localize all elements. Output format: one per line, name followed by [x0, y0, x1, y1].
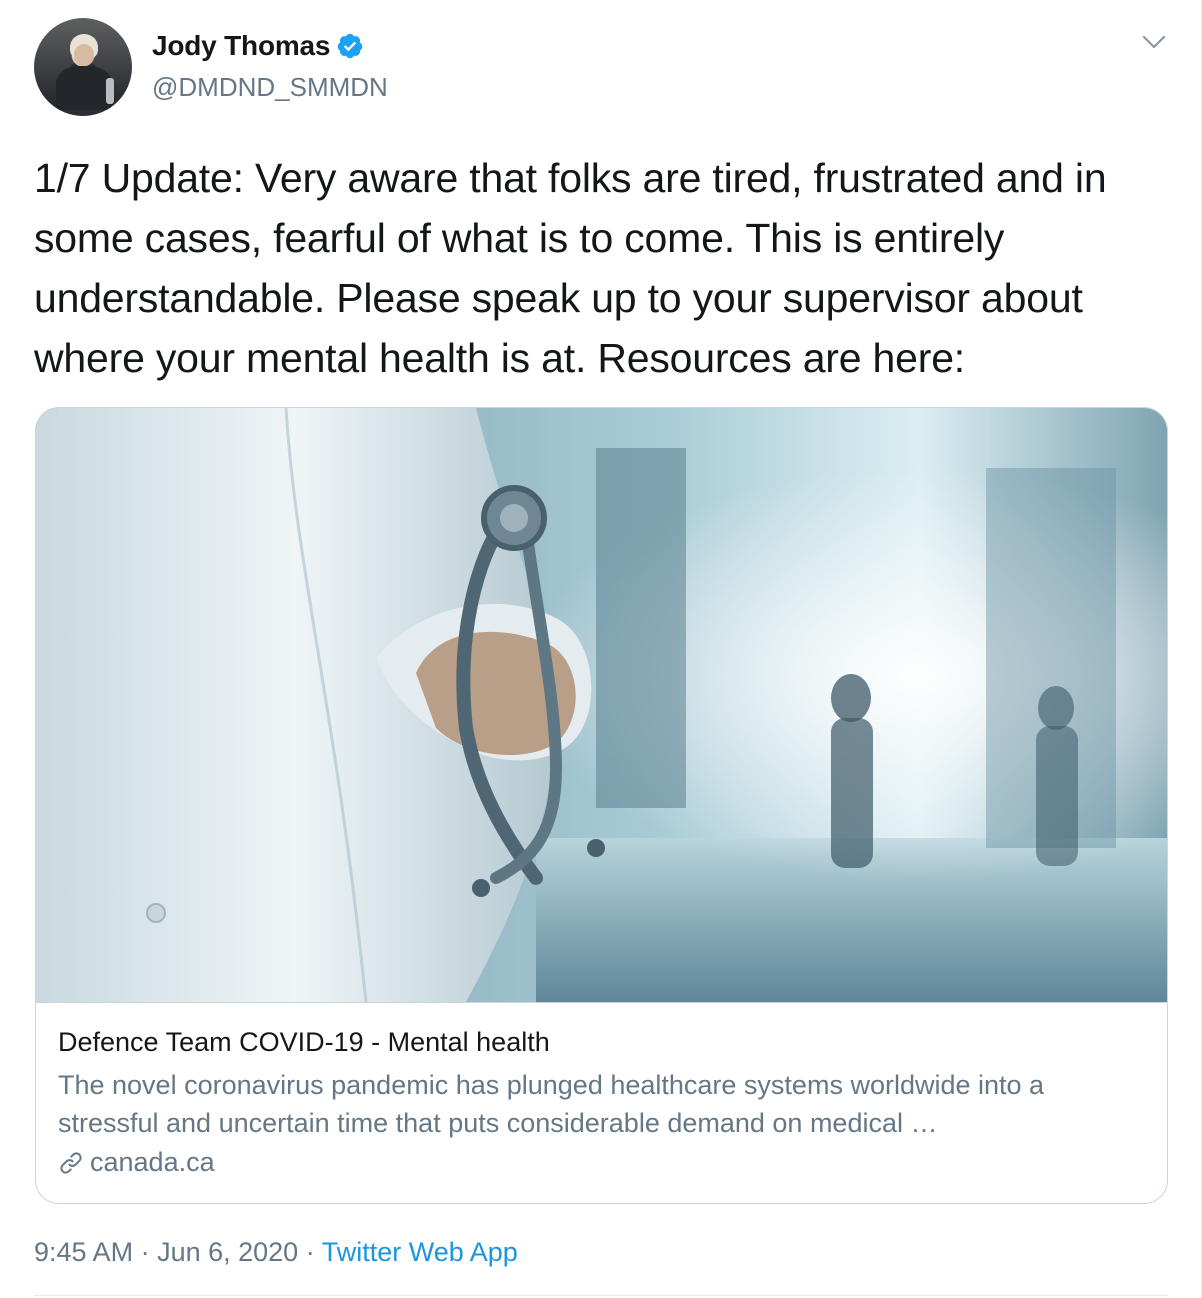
avatar-bottle: [106, 78, 114, 104]
display-name[interactable]: Jody Thomas: [152, 30, 330, 62]
avatar[interactable]: [34, 18, 132, 116]
tweet: Jody Thomas @DMDND_SMMDN 1/7 Update: Ver…: [0, 0, 1202, 1298]
tweet-meta: 9:45 AM · Jun 6, 2020 · Twitter Web App: [34, 1237, 518, 1268]
card-description: The novel coronavirus pandemic has plung…: [58, 1070, 1045, 1138]
card-domain[interactable]: canada.ca: [58, 1147, 215, 1178]
tweet-time[interactable]: 9:45 AM: [34, 1237, 133, 1267]
avatar-body: [56, 66, 112, 110]
card-divider: [36, 1002, 1167, 1003]
tweet-text: 1/7 Update: Very aware that folks are ti…: [34, 155, 1107, 381]
tweet-source[interactable]: Twitter Web App: [322, 1237, 518, 1267]
meta-separator: ·: [133, 1237, 158, 1267]
verified-badge-icon: [338, 33, 363, 59]
tweet-date[interactable]: Jun 6, 2020: [157, 1237, 298, 1267]
card-domain-text: canada.ca: [90, 1147, 215, 1177]
chevron-down-icon[interactable]: [1140, 30, 1168, 54]
link-card[interactable]: Defence Team COVID-19 - Mental health Th…: [35, 407, 1168, 1204]
card-title[interactable]: Defence Team COVID-19 - Mental health: [58, 1027, 550, 1058]
avatar-face: [74, 44, 94, 66]
card-image[interactable]: [36, 408, 1168, 1002]
meta-separator: ·: [298, 1237, 322, 1267]
handle[interactable]: @DMDND_SMMDN: [152, 72, 388, 103]
link-icon: [60, 1151, 82, 1174]
author-name-row[interactable]: Jody Thomas: [152, 30, 364, 62]
divider: [34, 1295, 1168, 1296]
